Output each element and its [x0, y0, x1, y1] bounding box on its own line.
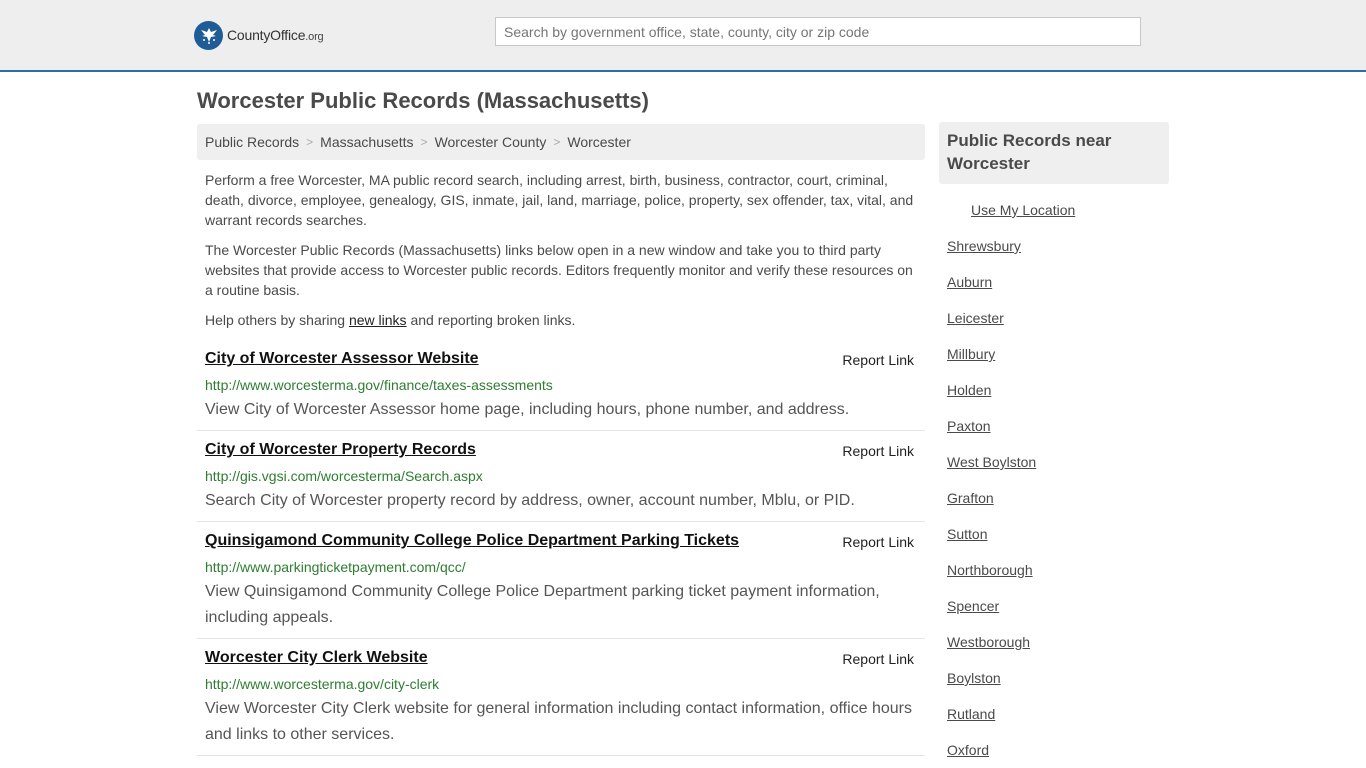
nearby-place-link[interactable]: Northborough: [947, 562, 1033, 578]
breadcrumb-worcester-county[interactable]: Worcester County: [435, 134, 547, 150]
record-description: Search City of Worcester property record…: [205, 492, 855, 509]
new-links-link[interactable]: new links: [349, 312, 407, 328]
record-url: http://www.parkingticketpayment.com/qcc/: [205, 559, 466, 575]
disclaimer-paragraph: The Worcester Public Records (Massachuse…: [205, 242, 913, 298]
record-item: City of Worcester Assessor Website Repor…: [197, 350, 925, 431]
nearby-places-list: Shrewsbury Auburn Leicester Millbury Hol…: [947, 238, 1036, 768]
list-item: Millbury: [947, 346, 1036, 382]
record-description: View City of Worcester Assessor home pag…: [205, 401, 850, 418]
record-url: http://gis.vgsi.com/worcesterma/Search.a…: [205, 468, 483, 484]
nearby-place-link[interactable]: Oxford: [947, 742, 989, 758]
list-item: Rutland: [947, 706, 1036, 742]
share-links-paragraph: Help others by sharing new links and rep…: [205, 312, 576, 328]
list-item: Sutton: [947, 526, 1036, 562]
record-title-link[interactable]: Worcester City Clerk Website: [205, 649, 428, 667]
nearby-place-link[interactable]: Westborough: [947, 634, 1030, 650]
report-link-button[interactable]: Report Link: [842, 443, 914, 459]
list-item: Grafton: [947, 490, 1036, 526]
record-url: http://www.worcesterma.gov/finance/taxes…: [205, 377, 553, 393]
nearby-place-link[interactable]: Rutland: [947, 706, 995, 722]
breadcrumb-public-records[interactable]: Public Records: [205, 134, 299, 150]
report-link-button[interactable]: Report Link: [842, 352, 914, 368]
breadcrumb-separator: >: [306, 135, 314, 149]
site-logo[interactable]: CountyOffice.org: [194, 20, 324, 50]
nearby-place-link[interactable]: West Boylston: [947, 454, 1036, 470]
eagle-seal-icon: [194, 20, 223, 50]
breadcrumb-massachusetts[interactable]: Massachusetts: [320, 134, 413, 150]
nearby-place-link[interactable]: Boylston: [947, 670, 1001, 686]
list-item: Leicester: [947, 310, 1036, 346]
nearby-place-link[interactable]: Sutton: [947, 526, 987, 542]
list-item: Westborough: [947, 634, 1036, 670]
list-item: Spencer: [947, 598, 1036, 634]
record-item: City of Worcester Property Records Repor…: [197, 441, 925, 522]
list-item: Shrewsbury: [947, 238, 1036, 274]
search-input[interactable]: [495, 17, 1141, 46]
record-description: View Worcester City Clerk website for ge…: [205, 700, 912, 743]
report-link-button[interactable]: Report Link: [842, 651, 914, 667]
record-title-link[interactable]: City of Worcester Assessor Website: [205, 350, 479, 368]
nearby-place-link[interactable]: Millbury: [947, 346, 995, 362]
logo-text: CountyOffice.org: [227, 27, 324, 43]
breadcrumb-worcester: Worcester: [567, 134, 631, 150]
record-url: http://www.worcesterma.gov/city-clerk: [205, 676, 440, 692]
report-link-button[interactable]: Report Link: [842, 534, 914, 550]
sidebar-heading: Public Records near Worcester: [939, 122, 1169, 184]
breadcrumb-separator: >: [420, 135, 428, 149]
list-item: West Boylston: [947, 454, 1036, 490]
list-item: Boylston: [947, 670, 1036, 706]
record-title-link[interactable]: Quinsigamond Community College Police De…: [205, 532, 739, 550]
record-title-link[interactable]: City of Worcester Property Records: [205, 441, 476, 459]
record-item: Quinsigamond Community College Police De…: [197, 532, 925, 639]
record-item: Worcester City Clerk Website Report Link…: [197, 649, 925, 756]
list-item: Oxford: [947, 742, 1036, 768]
nearby-place-link[interactable]: Shrewsbury: [947, 238, 1021, 254]
list-item: Northborough: [947, 562, 1036, 598]
list-item: Holden: [947, 382, 1036, 418]
nearby-place-link[interactable]: Spencer: [947, 598, 999, 614]
breadcrumb-separator: >: [553, 135, 561, 149]
nearby-place-link[interactable]: Grafton: [947, 490, 994, 506]
page-title: Worcester Public Records (Massachusetts): [197, 88, 649, 113]
site-header: CountyOffice.org: [0, 0, 1366, 72]
use-my-location-link[interactable]: Use My Location: [971, 202, 1075, 218]
nearby-place-link[interactable]: Holden: [947, 382, 991, 398]
nearby-place-link[interactable]: Leicester: [947, 310, 1004, 326]
breadcrumb: Public Records > Massachusetts > Worcest…: [197, 124, 925, 160]
record-description: View Quinsigamond Community College Poli…: [205, 583, 880, 626]
list-item: Auburn: [947, 274, 1036, 310]
nearby-place-link[interactable]: Paxton: [947, 418, 991, 434]
list-item: Paxton: [947, 418, 1036, 454]
nearby-place-link[interactable]: Auburn: [947, 274, 992, 290]
intro-paragraph: Perform a free Worcester, MA public reco…: [205, 172, 914, 228]
